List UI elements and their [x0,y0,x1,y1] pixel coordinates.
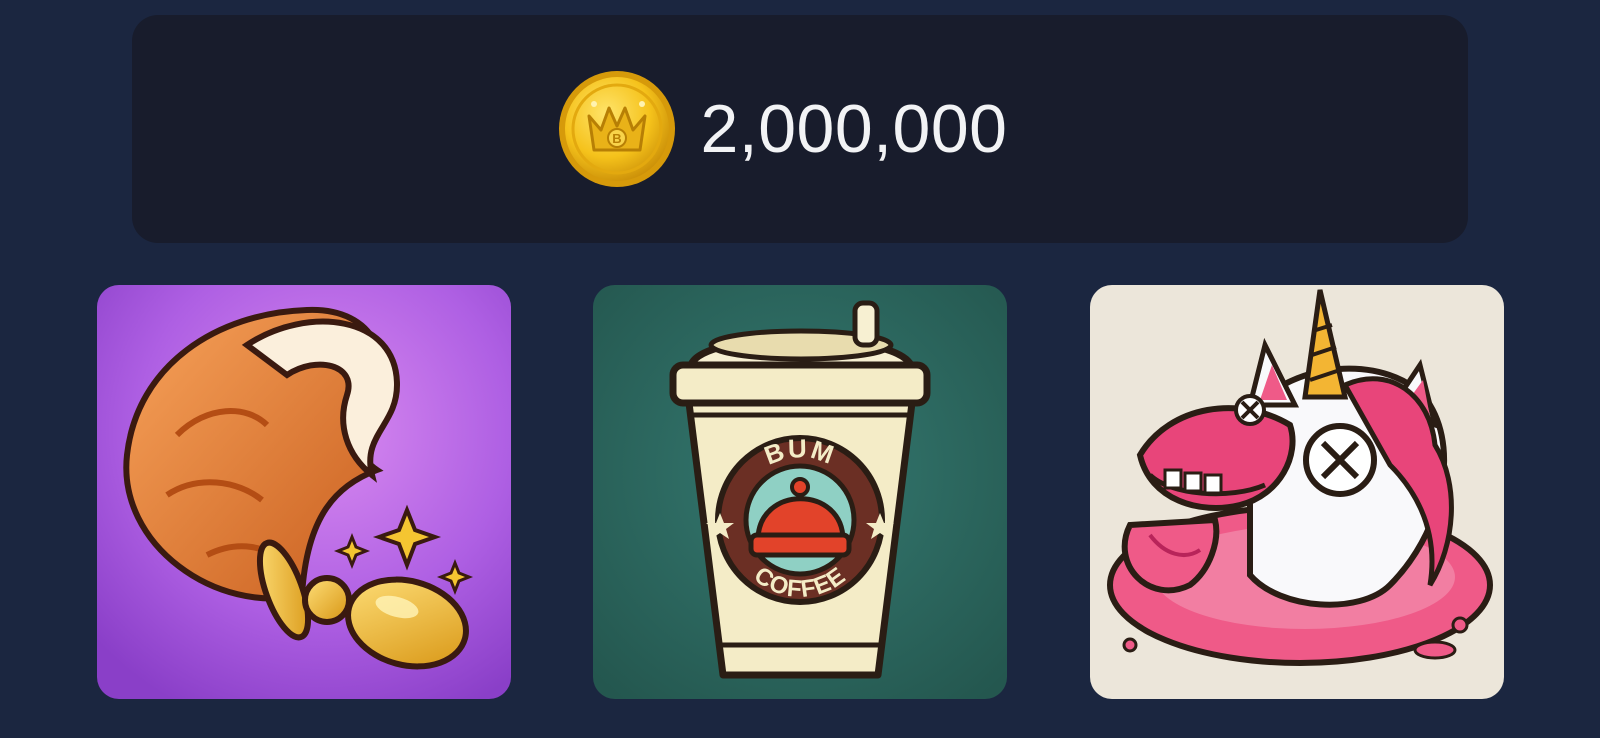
fox-tail-plug-icon [97,285,511,699]
bum-coffee-cup-icon: BUM COFFEE [593,285,1007,699]
balance-display: B 2,000,000 [556,68,1007,190]
fox-tail-card[interactable] [97,285,511,699]
coin-mark: B [613,131,622,146]
bum-coffee-card[interactable]: BUM COFFEE [593,285,1007,699]
balance-amount: 2,000,000 [700,91,1008,167]
gold-coin-icon: B [559,71,676,187]
melting-unicorn-card[interactable] [1090,285,1504,699]
balance-panel: B 2,000,000 [132,15,1468,243]
melting-unicorn-icon [1090,285,1504,699]
